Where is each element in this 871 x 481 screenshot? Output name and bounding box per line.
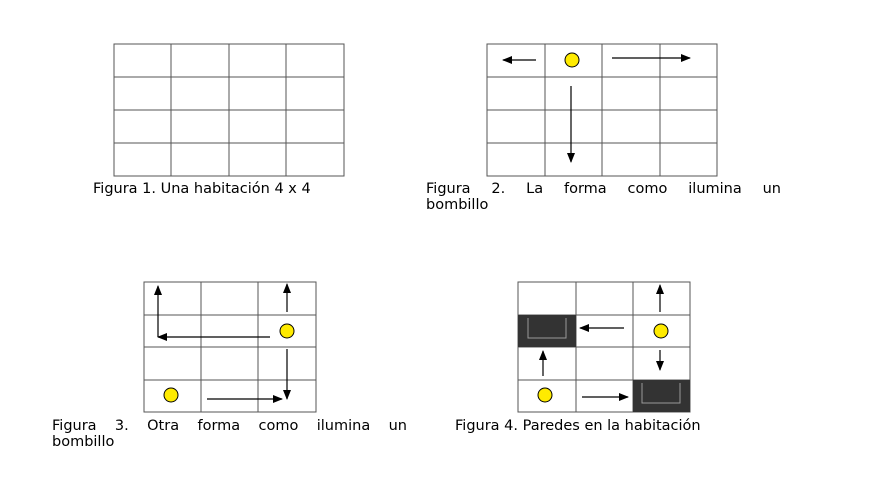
figures-canvas [113,43,718,413]
figure-1-caption: Figura 1. Una habitación 4 x 4 [93,181,311,197]
wall-block [633,380,690,412]
figure-3-caption-line1: Figura 3. Otra forma como ilumina un [52,418,407,434]
wall-block [518,315,576,347]
figure-3-caption-line2: bombillo [52,434,115,450]
figure-2-grid [486,43,718,177]
bulb-icon [279,323,295,339]
bulb-icon [163,387,179,403]
bulb-icon [564,52,580,68]
bulb-icon [537,387,553,403]
figure-1-grid [113,43,345,177]
figure-2-caption-line1: Figura 2. La forma como ilumina un [426,181,781,197]
figure-2-caption-line2: bombillo [426,197,489,213]
figure-4-caption: Figura 4. Paredes en la habitación [455,418,701,434]
bulb-icon [653,323,669,339]
